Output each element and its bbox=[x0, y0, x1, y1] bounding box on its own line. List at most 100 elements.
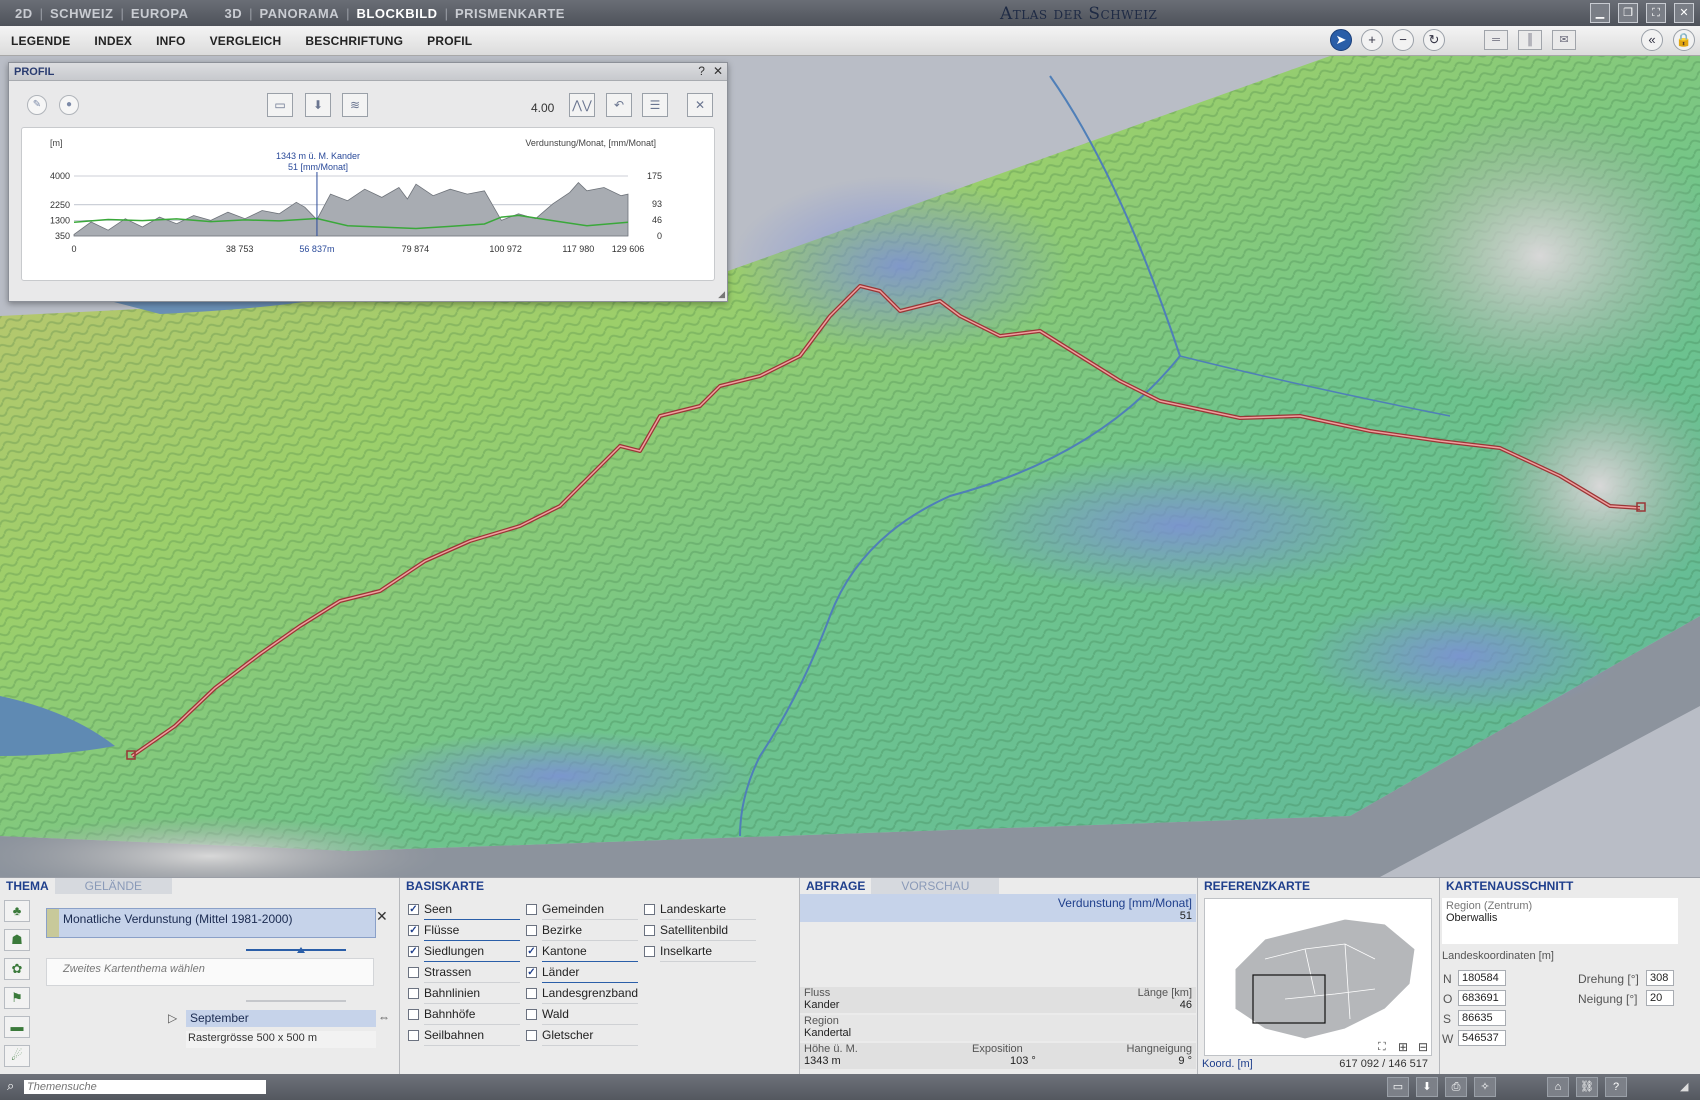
checkbox-checked-icon[interactable]: ✓ bbox=[526, 966, 537, 978]
menu-legende[interactable]: LEGENDE bbox=[0, 34, 82, 48]
tab-2d[interactable]: 2D bbox=[8, 6, 40, 21]
layer-checkbox-bezirke[interactable]: Bezirke bbox=[526, 923, 582, 937]
layer-transparency-track[interactable] bbox=[424, 1024, 520, 1025]
rotate-icon[interactable]: ↻ bbox=[1423, 29, 1445, 51]
tab-blockbild[interactable]: BLOCKBILD bbox=[350, 6, 445, 21]
layer-transparency-track[interactable] bbox=[542, 982, 638, 983]
resize-corner-icon[interactable]: ◢ bbox=[1680, 1080, 1688, 1093]
menu-index[interactable]: INDEX bbox=[82, 34, 144, 48]
layer-transparency-track[interactable] bbox=[542, 919, 638, 920]
exaggeration-stepper-icon[interactable]: ⋀⋁ bbox=[569, 93, 595, 117]
menu-beschriftung[interactable]: BESCHRIFTUNG bbox=[293, 34, 415, 48]
checkbox-unchecked-icon[interactable] bbox=[408, 966, 419, 978]
checkbox-unchecked-icon[interactable] bbox=[644, 903, 655, 915]
fullscreen-icon[interactable]: ⛶ bbox=[1646, 3, 1666, 23]
collapse-left-icon[interactable]: « bbox=[1641, 29, 1663, 51]
layer-checkbox-siedlungen[interactable]: ✓ Siedlungen bbox=[408, 944, 484, 958]
menu-profil[interactable]: PROFIL bbox=[415, 34, 484, 48]
undo-icon[interactable]: ↶ bbox=[606, 93, 632, 117]
zoom-in-icon[interactable]: + bbox=[1361, 29, 1383, 51]
layer-transparency-track[interactable] bbox=[424, 961, 520, 962]
state-flag-icon[interactable]: ⚑ bbox=[4, 987, 30, 1009]
ref-zoom-in-icon[interactable]: ⊞ bbox=[1398, 1040, 1408, 1054]
layer-transparency-track[interactable] bbox=[660, 940, 756, 941]
profil-chart[interactable]: [m] Verdunstung/Monat, [mm/Monat] 1343 m… bbox=[21, 127, 715, 281]
envelope-icon[interactable]: ✉ bbox=[1552, 30, 1576, 50]
layer-checkbox-kantone[interactable]: ✓ Kantone bbox=[526, 944, 587, 958]
month-select[interactable]: September bbox=[186, 1010, 376, 1027]
link-icon[interactable]: ⛓ bbox=[1576, 1077, 1598, 1097]
w-field[interactable]: 546537 bbox=[1458, 1030, 1506, 1046]
month-step-icon[interactable]: ⇔ bbox=[378, 1010, 390, 1024]
tab-thema[interactable]: THEMA bbox=[0, 878, 55, 894]
layer-transparency-track[interactable] bbox=[542, 940, 638, 941]
layer-transparency-track[interactable] bbox=[424, 919, 520, 920]
layer-transparency-track[interactable] bbox=[424, 940, 520, 941]
download-icon[interactable]: ⬇ bbox=[1416, 1077, 1438, 1097]
layer-transparency-track[interactable] bbox=[542, 1045, 638, 1046]
checkbox-checked-icon[interactable]: ✓ bbox=[408, 903, 419, 915]
open-file-icon[interactable]: ▭ bbox=[1387, 1077, 1409, 1097]
restore-icon[interactable]: ❐ bbox=[1618, 3, 1638, 23]
layer-transparency-track[interactable] bbox=[424, 982, 520, 983]
slider-handle-icon[interactable] bbox=[297, 947, 305, 953]
checkbox-unchecked-icon[interactable] bbox=[526, 1008, 537, 1020]
save-icon[interactable]: ⬇ bbox=[305, 93, 331, 117]
ref-zoom-out-icon[interactable]: ⊟ bbox=[1418, 1040, 1428, 1054]
o-field[interactable]: 683691 bbox=[1458, 990, 1506, 1006]
checkbox-checked-icon[interactable]: ✓ bbox=[408, 945, 419, 957]
layer-checkbox-strassen[interactable]: Strassen bbox=[408, 965, 471, 979]
layer-checkbox-bahnhöfe[interactable]: Bahnhöfe bbox=[408, 1007, 475, 1021]
tab-europa[interactable]: EUROPA bbox=[124, 6, 196, 21]
tab-3d[interactable]: 3D bbox=[218, 6, 250, 21]
neigung-field[interactable]: 20 bbox=[1646, 990, 1674, 1006]
layer-checkbox-länder[interactable]: ✓ Länder bbox=[526, 965, 579, 979]
checkbox-checked-icon[interactable]: ✓ bbox=[526, 945, 537, 957]
menu-info[interactable]: INFO bbox=[144, 34, 197, 48]
export-icon[interactable]: ≋ bbox=[342, 93, 368, 117]
drehung-field[interactable]: 308 bbox=[1646, 970, 1674, 986]
share-icon[interactable]: ✧ bbox=[1474, 1077, 1496, 1097]
layer-transparency-track[interactable] bbox=[542, 1003, 638, 1004]
society-icon[interactable]: ☗ bbox=[4, 929, 30, 951]
layer-transparency-track[interactable] bbox=[660, 919, 756, 920]
theme1-transparency-slider[interactable] bbox=[246, 949, 346, 951]
tab-schweiz[interactable]: SCHWEIZ bbox=[43, 6, 120, 21]
checkbox-unchecked-icon[interactable] bbox=[526, 924, 537, 936]
theme2-slider[interactable] bbox=[246, 1000, 346, 1002]
help-status-icon[interactable]: ? bbox=[1605, 1077, 1627, 1097]
draw-profile-icon[interactable]: ✎ bbox=[27, 95, 47, 115]
close-icon[interactable]: ✕ bbox=[713, 64, 723, 78]
fit-extent-icon[interactable]: ⛶ bbox=[1378, 1041, 1386, 1054]
settings-icon[interactable]: ☰ bbox=[642, 93, 668, 117]
layer-checkbox-landeskarte[interactable]: Landeskarte bbox=[644, 902, 726, 916]
resize-grip-icon[interactable]: ◢ bbox=[718, 289, 725, 300]
energy-icon[interactable]: ☄ bbox=[4, 1045, 30, 1067]
lock-icon[interactable]: 🔒 bbox=[1673, 29, 1695, 51]
layer-checkbox-gletscher[interactable]: Gletscher bbox=[526, 1028, 593, 1042]
theme-search-input[interactable] bbox=[24, 1080, 266, 1094]
profil-window[interactable]: PROFIL ? ✕ ✎ ● ▭ ⬇ ≋ 4.00 ⋀⋁ ↶ ☰ ✕ [m] V… bbox=[8, 62, 728, 302]
print-icon[interactable]: ⎙ bbox=[1445, 1077, 1467, 1097]
clear-profile-icon[interactable]: ✕ bbox=[687, 93, 713, 117]
zoom-out-icon[interactable]: − bbox=[1392, 29, 1414, 51]
play-icon[interactable]: ▷ bbox=[168, 1011, 177, 1025]
split-vertical-icon[interactable]: ║ bbox=[1518, 30, 1542, 50]
remove-theme-icon[interactable]: ✕ bbox=[376, 908, 388, 925]
checkbox-unchecked-icon[interactable] bbox=[526, 987, 537, 999]
tab-abfrage[interactable]: ABFRAGE bbox=[800, 878, 871, 894]
n-field[interactable]: 180584 bbox=[1458, 970, 1506, 986]
checkbox-unchecked-icon[interactable] bbox=[408, 1008, 419, 1020]
layer-transparency-track[interactable] bbox=[660, 961, 756, 962]
checkbox-unchecked-icon[interactable] bbox=[526, 903, 537, 915]
home-icon[interactable]: ⌂ bbox=[1547, 1077, 1569, 1097]
layer-checkbox-seilbahnen[interactable]: Seilbahnen bbox=[408, 1028, 484, 1042]
profil-titlebar[interactable]: PROFIL ? ✕ bbox=[9, 63, 727, 81]
layer-checkbox-bahnlinien[interactable]: Bahnlinien bbox=[408, 986, 480, 1000]
help-icon[interactable]: ? bbox=[698, 64, 705, 78]
layer-checkbox-satellitenbild[interactable]: Satellitenbild bbox=[644, 923, 728, 937]
layer-checkbox-seen[interactable]: ✓ Seen bbox=[408, 902, 452, 916]
layer-transparency-track[interactable] bbox=[424, 1003, 520, 1004]
transport-icon[interactable]: ▬ bbox=[4, 1016, 30, 1038]
menu-vergleich[interactable]: VERGLEICH bbox=[198, 34, 294, 48]
